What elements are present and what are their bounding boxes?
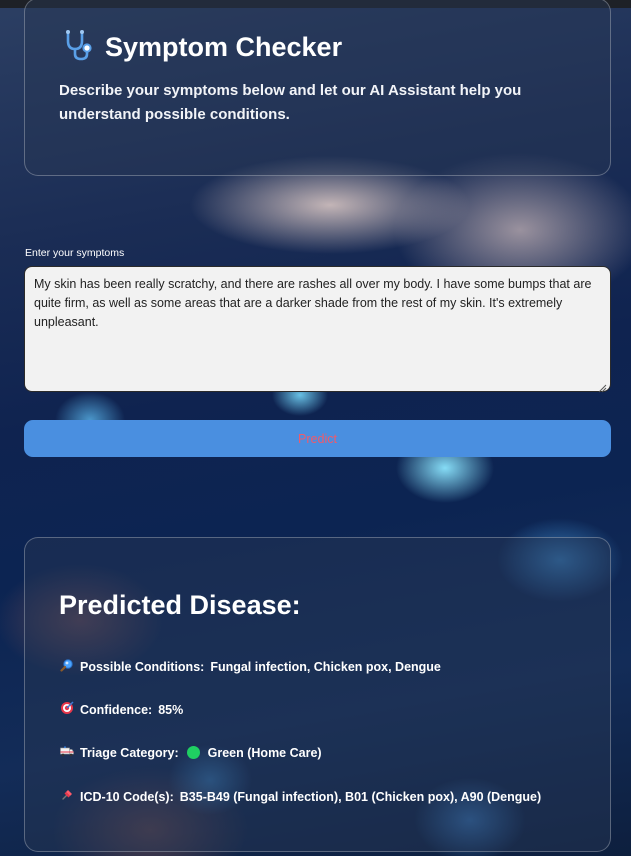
stethoscope-icon xyxy=(59,27,95,67)
ambulance-icon xyxy=(60,744,74,761)
confidence-row: Confidence: 85% xyxy=(60,701,183,718)
magnifier-icon xyxy=(60,658,74,675)
result-card: Predicted Disease: Possible Conditions: … xyxy=(24,537,611,852)
confidence-label: Confidence: xyxy=(80,702,153,717)
icd-value: B35-B49 (Fungal infection), B01 (Chicken… xyxy=(179,789,542,804)
result-title: Predicted Disease: xyxy=(59,590,301,620)
icd-row: ICD-10 Code(s): B35-B49 (Fungal infectio… xyxy=(60,788,541,805)
conditions-row: Possible Conditions: Fungal infection, C… xyxy=(60,658,441,675)
target-icon xyxy=(60,701,74,718)
conditions-value: Fungal infection, Chicken pox, Dengue xyxy=(210,659,441,674)
symptoms-label: Enter your symptoms xyxy=(25,247,125,259)
triage-value: Green (Home Care) xyxy=(207,745,322,760)
pushpin-icon xyxy=(60,788,74,805)
predict-button[interactable]: Predict xyxy=(24,420,611,457)
confidence-value: 85% xyxy=(158,702,184,717)
triage-label: Triage Category: xyxy=(80,745,179,760)
status-dot xyxy=(186,746,200,759)
resize-grip-icon[interactable] xyxy=(597,378,607,393)
triage-row: Triage Category: Green (Home Care) xyxy=(60,744,322,761)
title-row: Symptom Checker xyxy=(59,27,342,67)
conditions-label: Possible Conditions: xyxy=(80,659,205,674)
icd-label: ICD-10 Code(s): xyxy=(80,789,174,804)
page-subtitle: Describe your symptoms below and let our… xyxy=(59,82,522,123)
header-card: Symptom Checker Describe your symptoms b… xyxy=(24,0,611,176)
symptoms-input[interactable]: My skin has been really scratchy, and th… xyxy=(24,266,611,392)
page-title: Symptom Checker xyxy=(105,31,343,62)
